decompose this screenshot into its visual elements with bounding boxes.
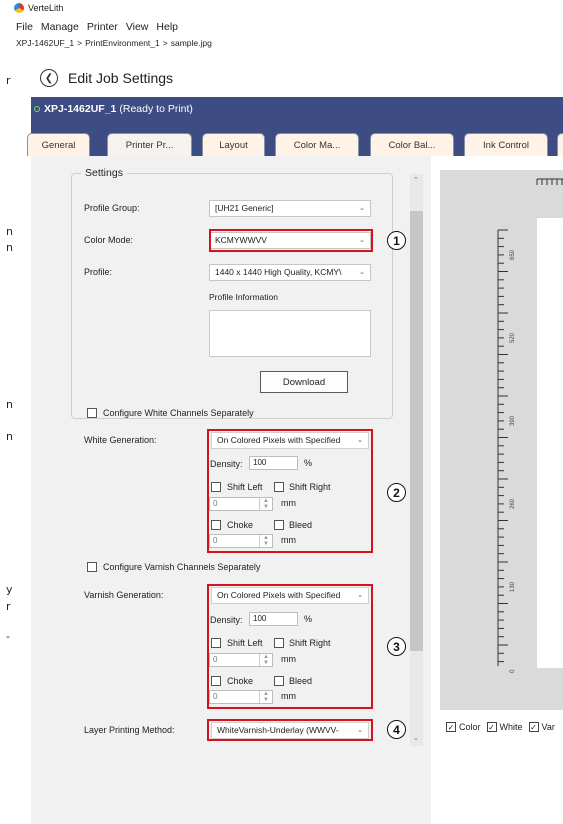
back-button[interactable]: ❮ <box>40 69 58 87</box>
ruler-label: 650 <box>510 249 516 260</box>
margin-fragment: r <box>6 600 11 613</box>
ruler-label: 0 <box>510 669 516 673</box>
status-dot-icon <box>34 105 40 112</box>
window-titlebar: VerteLith <box>12 0 563 16</box>
preview-color-toggle[interactable]: ✓ Color <box>446 722 481 732</box>
toggle-label: Color <box>459 722 481 732</box>
callout-4: 4 <box>387 720 406 739</box>
margin-fragment: r <box>6 74 11 87</box>
breadcrumb-separator: > <box>162 38 168 48</box>
margin-fragment: y <box>6 583 13 596</box>
menu-help[interactable]: Help <box>152 18 182 34</box>
color-mode-label: Color Mode: <box>84 235 134 245</box>
breadcrumb: XPJ-1462UF_1 > PrintEnvironment_1 > samp… <box>16 38 212 48</box>
profile-information-box <box>209 310 371 357</box>
print-preview[interactable]: 650 520 390 260 130 0 <box>440 170 563 710</box>
breadcrumb-printer[interactable]: XPJ-1462UF_1 <box>16 38 74 48</box>
menu-view[interactable]: View <box>122 18 153 34</box>
page-title: Edit Job Settings <box>68 70 174 86</box>
profile-select[interactable]: 1440 x 1440 High Quality, KCMY\ ⌄ <box>209 264 371 281</box>
configure-white-checkbox[interactable] <box>87 408 97 418</box>
margin-fragment: - <box>6 630 10 643</box>
download-button[interactable]: Download <box>260 371 348 393</box>
chevron-down-icon: ⌄ <box>359 205 365 212</box>
margin-fragment: n <box>6 241 13 254</box>
tab-overflow[interactable] <box>557 133 563 156</box>
scrollbar-thumb[interactable] <box>410 211 423 651</box>
checkmark-icon: ✓ <box>486 722 497 732</box>
app-title: VerteLith <box>28 3 64 13</box>
button-label: Download <box>282 376 326 388</box>
configure-varnish-label: Configure Varnish Channels Separately <box>103 562 261 572</box>
profile-group-select[interactable]: [UH21 Generic] ⌄ <box>209 200 371 217</box>
margin-fragment: n <box>6 430 13 443</box>
profile-information-label: Profile Information <box>209 292 278 302</box>
chevron-left-icon: ❮ <box>44 72 54 84</box>
ruler-label: 390 <box>510 415 516 426</box>
chevron-down-icon: ⌄ <box>359 269 365 276</box>
page-header: ❮ Edit Job Settings <box>40 69 173 87</box>
preview-white-toggle[interactable]: ✓ White <box>486 722 523 732</box>
preview-media <box>537 218 563 668</box>
tab-ink-control[interactable]: Ink Control <box>464 133 548 156</box>
profile-group-label: Profile Group: <box>84 203 140 213</box>
ruler-label: 260 <box>510 498 516 509</box>
checkmark-icon: ✓ <box>528 722 539 732</box>
menu-bar: File Manage Printer View Help <box>12 18 182 34</box>
ruler-label: 130 <box>510 581 516 592</box>
callout-2: 2 <box>387 483 406 502</box>
highlight-color-mode <box>209 229 373 252</box>
preview-varnish-toggle[interactable]: ✓ Var <box>528 722 555 732</box>
tab-label: Layout <box>219 139 248 151</box>
menu-file[interactable]: File <box>12 18 37 34</box>
layer-printing-label: Layer Printing Method: <box>84 725 175 735</box>
tab-label: Ink Control <box>483 139 529 151</box>
scroll-down-icon[interactable]: ⌄ <box>413 734 419 742</box>
tab-label: Color Bal... <box>388 139 436 151</box>
app-logo-icon <box>14 3 24 13</box>
margin-fragment: n <box>6 225 13 238</box>
ruler-label: 520 <box>510 332 516 343</box>
printer-status-bar: XPJ-1462UF_1 (Ready to Print) <box>31 97 563 120</box>
configure-white-label: Configure White Channels Separately <box>103 408 254 418</box>
scroll-up-icon[interactable]: ⌃ <box>413 176 419 184</box>
toggle-label: Var <box>541 722 555 732</box>
checkmark-icon: ✓ <box>446 722 456 732</box>
callout-3: 3 <box>387 637 406 656</box>
white-generation-label: White Generation: <box>84 435 157 445</box>
settings-group-title: Settings <box>81 167 127 179</box>
toggle-label: White <box>499 722 523 732</box>
margin-fragment: n <box>6 398 13 411</box>
tab-layout[interactable]: Layout <box>202 133 265 156</box>
tab-color-balance[interactable]: Color Bal... <box>370 133 454 156</box>
menu-manage[interactable]: Manage <box>37 18 83 34</box>
preview-channel-toggles: ✓ Color ✓ White ✓ Var <box>446 722 555 732</box>
printer-name: XPJ-1462UF_1 <box>44 102 117 115</box>
profile-label: Profile: <box>84 267 113 277</box>
select-value: 1440 x 1440 High Quality, KCMY\ <box>215 267 342 277</box>
highlight-white-generation <box>207 429 373 553</box>
breadcrumb-environment[interactable]: PrintEnvironment_1 <box>85 38 160 48</box>
breadcrumb-separator: > <box>77 38 83 48</box>
document-margin: r n n n n y r - <box>0 0 13 824</box>
tab-label: Color Ma... <box>293 139 341 151</box>
select-value: [UH21 Generic] <box>215 203 274 213</box>
tab-bar: General Printer Pr... Layout Color Ma...… <box>27 120 563 156</box>
printer-state: (Ready to Print) <box>119 102 193 115</box>
tab-printer-properties[interactable]: Printer Pr... <box>107 133 192 156</box>
varnish-generation-label: Varnish Generation: <box>84 590 164 600</box>
highlight-varnish-generation <box>207 584 373 709</box>
tab-color-management[interactable]: Color Ma... <box>275 133 359 156</box>
tab-label: Printer Pr... <box>125 139 174 151</box>
highlight-layer-printing <box>207 719 373 741</box>
breadcrumb-file: sample.jpg <box>170 38 212 48</box>
menu-printer[interactable]: Printer <box>83 18 122 34</box>
callout-1: 1 <box>387 231 406 250</box>
tab-general[interactable]: General <box>27 133 90 156</box>
tab-label: General <box>41 139 76 151</box>
configure-varnish-checkbox[interactable] <box>87 562 97 572</box>
settings-panel: Settings Profile Group: [UH21 Generic] ⌄… <box>31 156 431 824</box>
